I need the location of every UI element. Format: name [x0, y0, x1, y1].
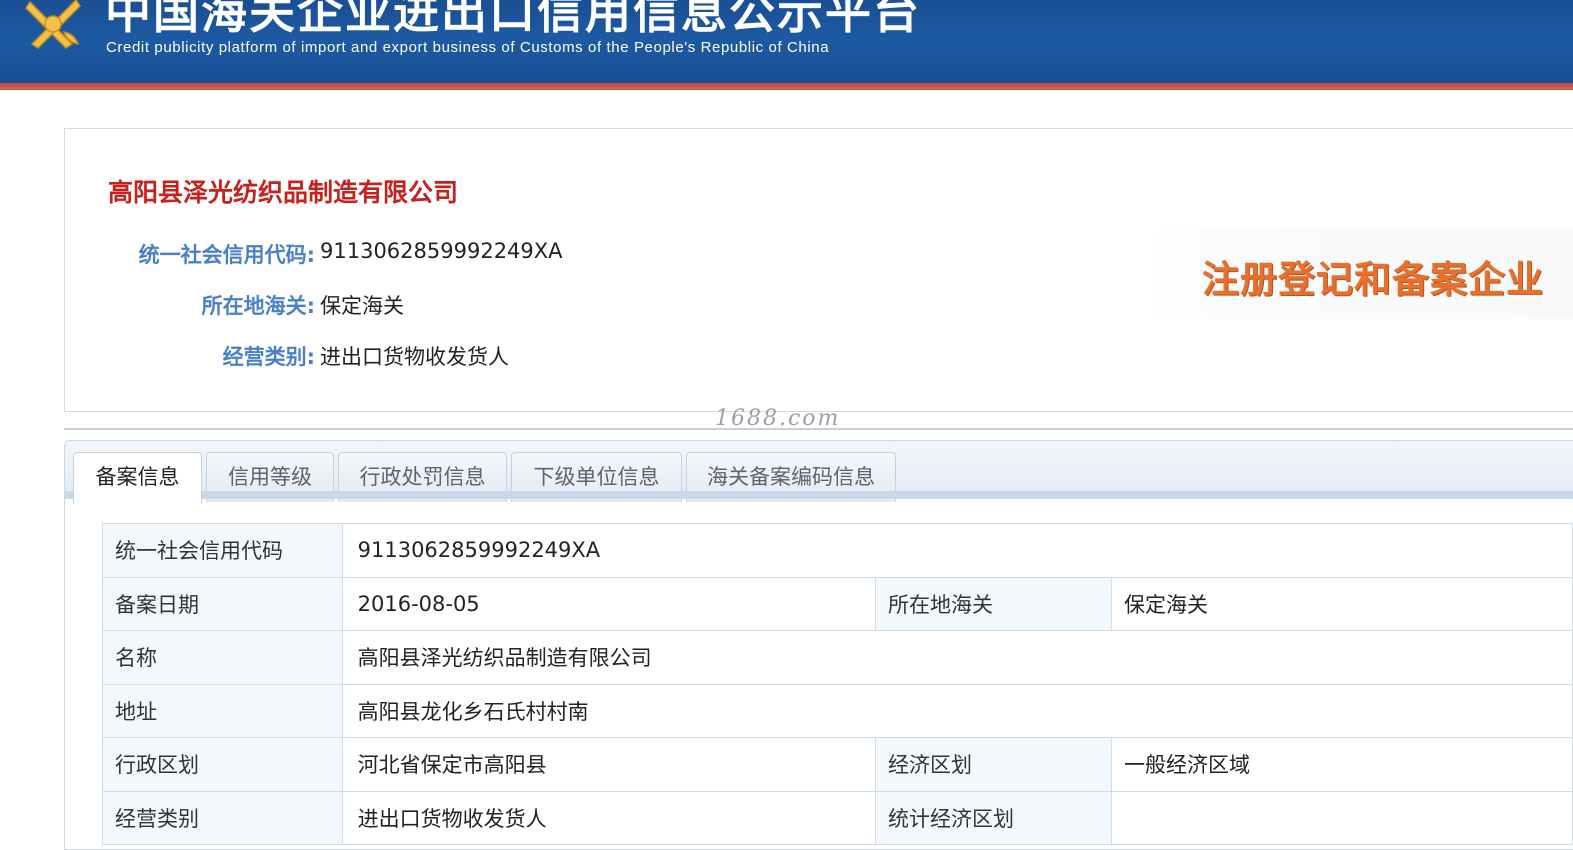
table-row: 统一社会信用代码 911306285999224​9XA	[102, 523, 1573, 578]
credit-code-cell-label: 统一社会信用代码	[102, 523, 343, 578]
registration-stamp-area: 注册登记和备案企业	[1150, 227, 1573, 319]
admin-region-label: 行政区划	[102, 737, 343, 792]
business-type-cell-value: 进出口货物收发货人	[341, 790, 876, 845]
table-row: 名称 高阳县泽光纺织品制造有限公司	[102, 630, 1573, 685]
name-label: 名称	[102, 630, 343, 685]
site-title: 中国海关企业进出口信用信息公示平台	[105, 0, 921, 39]
admin-region-value: 河北省保定市高阳县	[341, 737, 876, 792]
address-label: 地址	[102, 683, 343, 738]
table-row: 行政区划 河北省保定市高阳县 经济区划 一般经济区域	[102, 737, 1573, 792]
credit-code-label: 统一社会信用代码:	[138, 243, 315, 267]
site-header-banner: 中国海关企业进出口信用信息公示平台 Credit publicity platf…	[0, 0, 1573, 90]
stat-region-value	[1111, 790, 1573, 845]
tab-administrative-penalty[interactable]: 行政处罚信息	[338, 452, 507, 502]
econ-region-value: 一般经济区域	[1111, 737, 1573, 792]
company-name: 高阳县泽光纺织品制造有限公司	[108, 178, 459, 207]
record-info-table: 统一社会信用代码 911306285999224​9XA 备案日期 2016-0…	[102, 523, 1573, 845]
customs-value: 保定海关	[320, 294, 404, 318]
tab-bar: 备案信息 信用等级 行政处罚信息 下级单位信息 海关备案编码信息	[65, 441, 1573, 504]
company-summary-card: 高阳县泽光纺织品制造有限公司 统一社会信用代码: 911306285999224…	[64, 128, 1573, 412]
registration-stamp: 注册登记和备案企业	[1202, 258, 1544, 301]
customs-label: 所在地海关:	[201, 294, 315, 318]
econ-region-label: 经济区划	[874, 737, 1113, 792]
record-date-value: 2016-08-05	[341, 576, 876, 631]
business-type-cell-label: 经营类别	[102, 790, 343, 845]
table-row: 备案日期 2016-08-05 所在地海关 保定海关	[102, 576, 1573, 631]
tab-record-info[interactable]: 备案信息	[73, 452, 202, 504]
credit-code-value: 911306285999224​9XA	[320, 239, 563, 263]
stat-region-label: 统计经济区划	[874, 790, 1113, 845]
customs-emblem-icon	[25, 0, 81, 49]
business-type-value: 进出口货物收发货人	[320, 345, 509, 369]
record-date-label: 备案日期	[102, 576, 343, 631]
name-value: 高阳县泽光纺织品制造有限公司	[341, 630, 1573, 685]
business-type-label: 经营类别:	[222, 345, 315, 369]
address-value: 高阳县龙化乡石氏村村南	[341, 683, 1573, 738]
table-row: 经营类别 进出口货物收发货人 统计经济区划	[102, 790, 1573, 845]
tab-subordinate-units[interactable]: 下级单位信息	[511, 452, 682, 502]
table-row: 地址 高阳县龙化乡石氏村村南	[102, 683, 1573, 738]
tab-credit-level[interactable]: 信用等级	[206, 452, 334, 502]
section-divider	[64, 428, 1573, 430]
tab-customs-record-codes[interactable]: 海关备案编码信息	[686, 452, 896, 502]
table-customs-label: 所在地海关	[874, 576, 1113, 631]
credit-code-cell-value: 911306285999224​9XA	[341, 523, 1573, 578]
business-type-row: 经营类别: 进出口货物收发货人	[65, 341, 1573, 371]
table-customs-value: 保定海关	[1111, 576, 1573, 631]
site-subtitle: Credit publicity platform of import and …	[106, 39, 830, 56]
